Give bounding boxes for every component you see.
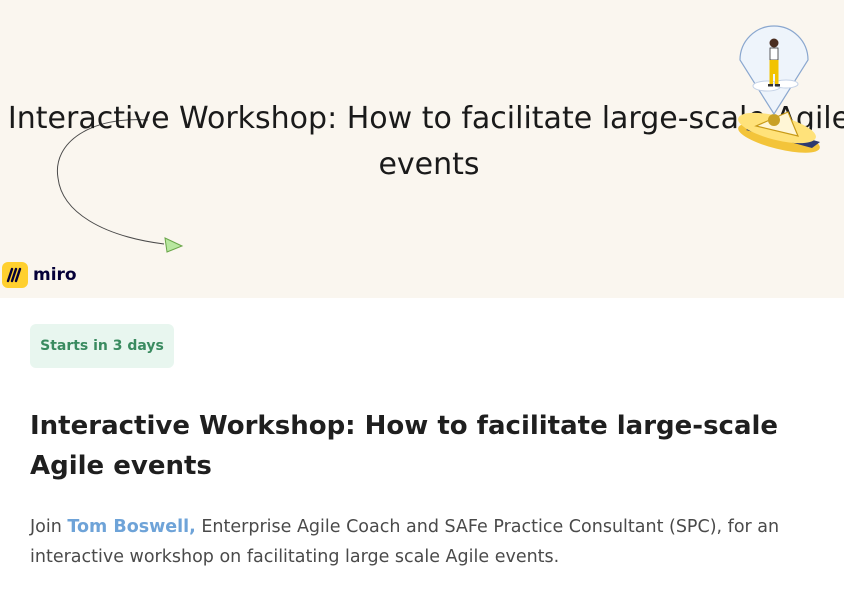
event-description: Join Tom Boswell, Enterprise Agile Coach… xyxy=(30,512,820,572)
speaker-link[interactable]: Tom Boswell, xyxy=(67,517,195,537)
description-prefix: Join xyxy=(30,517,68,537)
miro-logo-icon xyxy=(2,262,28,288)
person-on-map-pin-illustration xyxy=(738,25,820,153)
event-hero-banner: Interactive Workshop: How to facilitate … xyxy=(0,0,844,298)
brand-name: miro xyxy=(33,265,77,285)
status-badge: Starts in 3 days xyxy=(30,324,174,368)
brand-logo[interactable]: miro xyxy=(2,262,77,288)
event-title: Interactive Workshop: How to facilitate … xyxy=(30,411,779,481)
